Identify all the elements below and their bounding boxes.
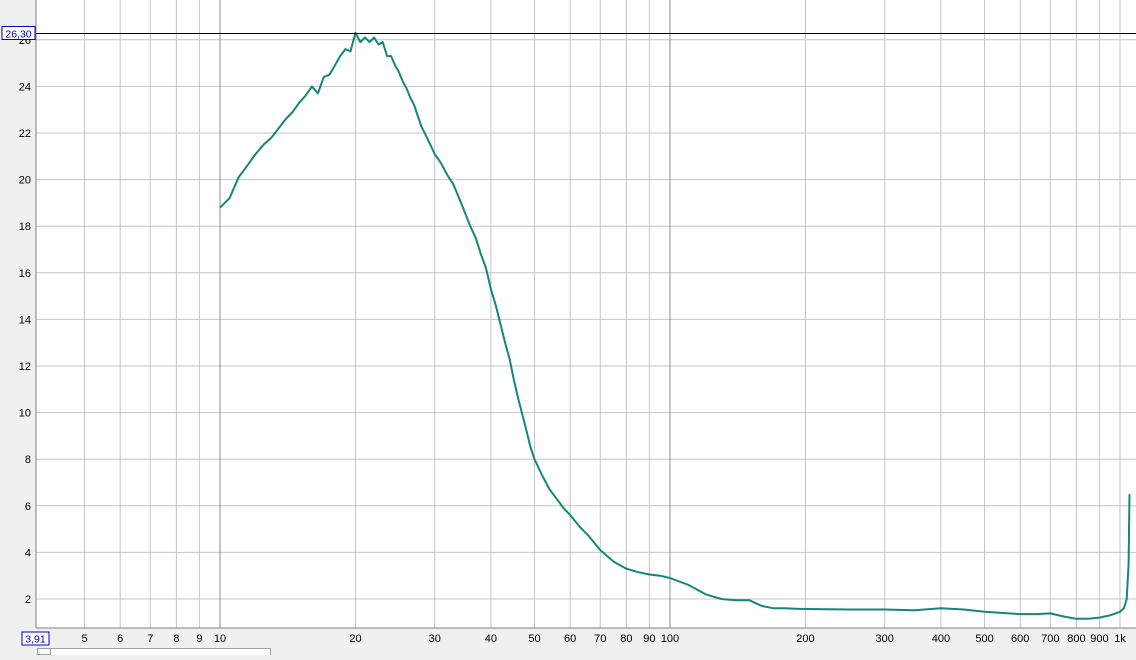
x-tick-label: 800 — [1067, 633, 1085, 645]
x-tick-label: 300 — [876, 633, 894, 645]
y-tick-label: 12 — [19, 361, 31, 373]
x-tick-label: 9 — [196, 633, 202, 645]
x-tick-label: 400 — [932, 633, 950, 645]
x-tick-labels: 5 6 7 8 9 10 20 30 40 50 60 70 80 90 100 200 300 400 500 60… — [81, 633, 1126, 645]
x-tick-label: 600 — [1011, 633, 1029, 645]
x-tick-label: 500 — [975, 633, 993, 645]
x-tick-label: 200 — [796, 633, 814, 645]
x-tick-label: 8 — [173, 633, 179, 645]
y-tick-label: 20 — [19, 175, 31, 187]
x-tick-label: 70 — [594, 633, 606, 645]
scroll-left-arrow-icon[interactable] — [37, 648, 51, 655]
frequency-response-chart[interactable]: 2 4 6 8 10 12 14 16 18 20 22 24 26 5 6 7 8 9 10 20 30 40 50 60… — [0, 0, 1136, 655]
y-tick-label: 16 — [19, 268, 31, 280]
y-tick-label: 22 — [19, 128, 31, 140]
y-cursor-readout: 26,30 — [1, 26, 36, 41]
x-tick-label: 7 — [147, 633, 153, 645]
x-tick-label: 100 — [661, 633, 679, 645]
x-tick-label: 60 — [564, 633, 576, 645]
x-tick-label: 30 — [429, 633, 441, 645]
x-tick-label: 50 — [528, 633, 540, 645]
x-tick-label: 900 — [1090, 633, 1108, 645]
x-tick-label: 700 — [1041, 633, 1059, 645]
x-tick-label: 6 — [117, 633, 123, 645]
x-tick-label: 40 — [485, 633, 497, 645]
y-tick-label: 18 — [19, 221, 31, 233]
y-tick-label: 4 — [25, 547, 31, 559]
x-tick-label: 1k — [1114, 633, 1126, 645]
y-readout-text: 26,30 — [5, 29, 31, 41]
y-tick-label: 2 — [25, 594, 31, 606]
x-tick-label: 10 — [214, 633, 226, 645]
x-tick-label: 5 — [81, 633, 87, 645]
x-tick-label: 80 — [620, 633, 632, 645]
x-tick-label: 90 — [643, 633, 655, 645]
x-cursor-readout: 3,91 — [21, 631, 50, 646]
y-tick-label: 14 — [19, 314, 31, 326]
y-tick-label: 10 — [19, 408, 31, 420]
y-tick-label: 24 — [19, 81, 31, 93]
y-tick-label: 6 — [25, 501, 31, 513]
x-readout-text: 3,91 — [25, 634, 46, 646]
x-tick-label: 20 — [349, 633, 361, 645]
scrollbar-thumb[interactable] — [51, 648, 271, 655]
y-tick-labels: 2468101214161820222426 — [19, 35, 31, 606]
y-tick-label: 8 — [25, 454, 31, 466]
chart-svg[interactable]: 2468101214161820222426 5 6 7 8 9 10 20 30 40 50 60… — [0, 0, 1136, 655]
